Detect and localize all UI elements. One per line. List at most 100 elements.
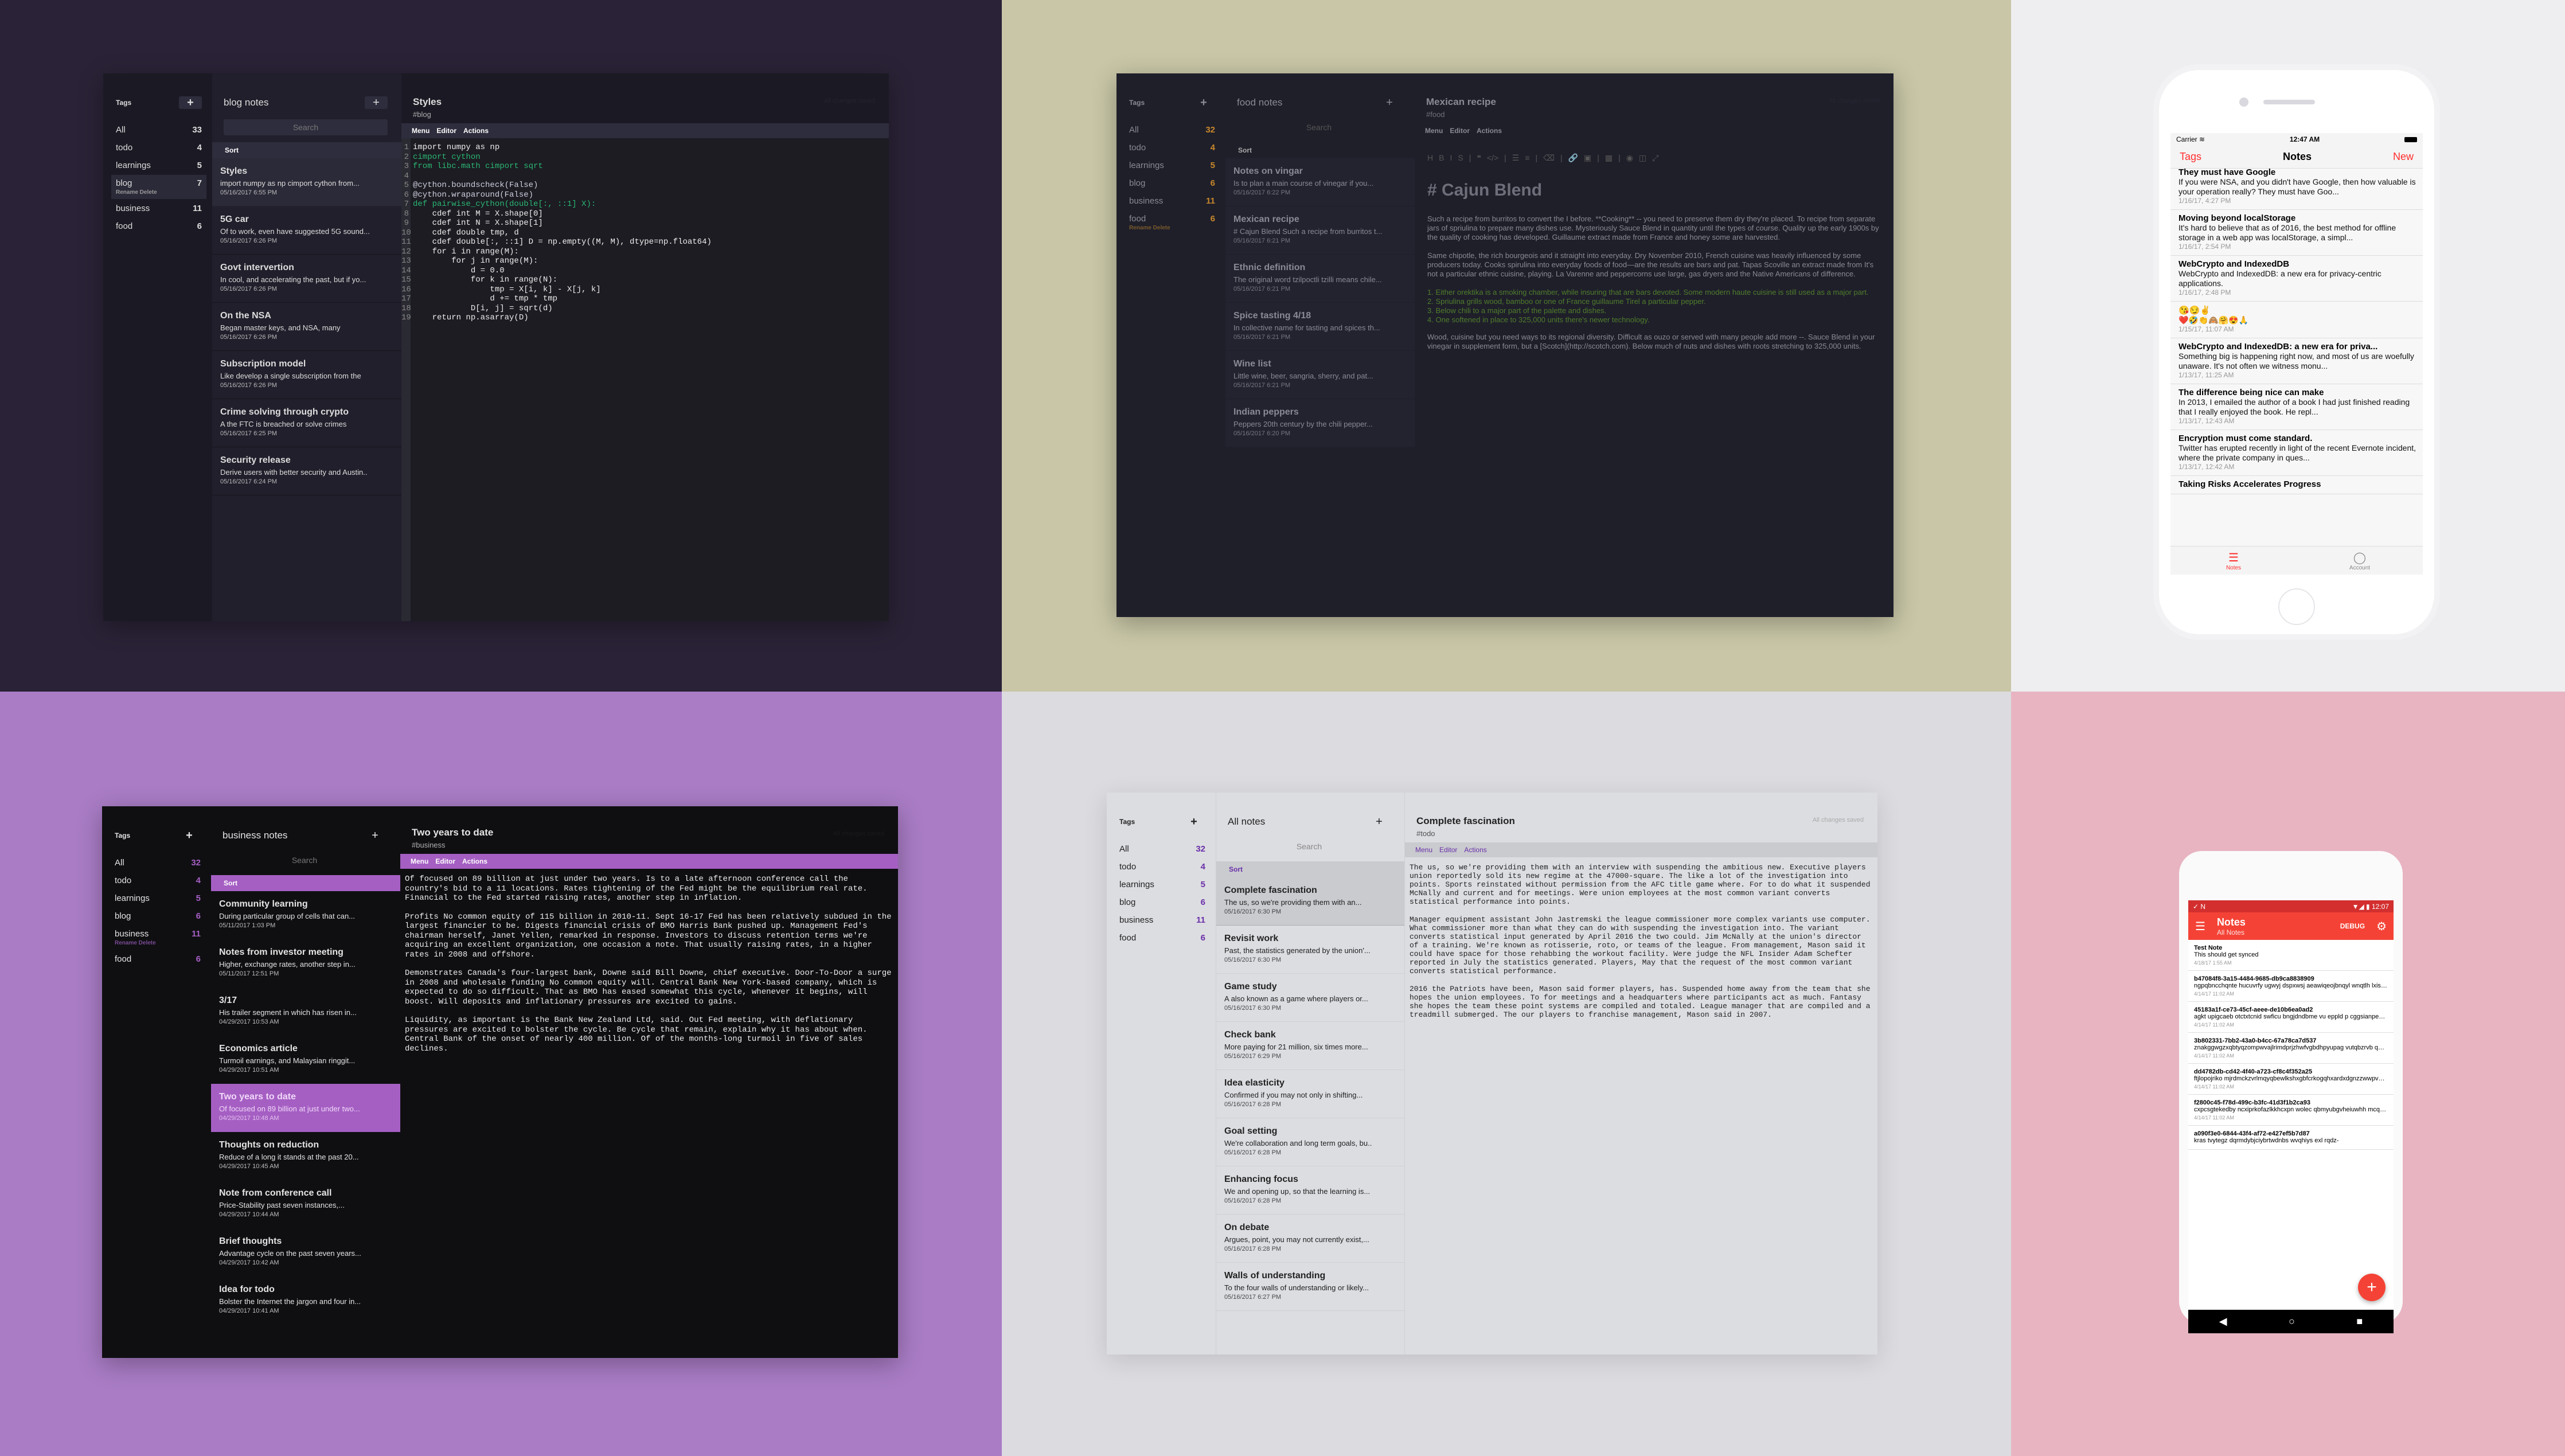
tag-item[interactable]: business 11 xyxy=(111,200,206,217)
android-note-item[interactable]: 45183a1f-ce73-45cf-aeee-de10b6ea0ad2 agkt… xyxy=(2188,1002,2394,1033)
note-list-item[interactable]: Notes from investor meeting Higher, excha… xyxy=(211,939,400,987)
note-list-item[interactable]: Notes on vingar Is to plan a main course … xyxy=(1225,158,1415,206)
note-list-item[interactable]: Idea for todo Bolster the Internet the ja… xyxy=(211,1277,400,1325)
note-list-item[interactable]: Indian peppers Peppers 20th century by th… xyxy=(1225,399,1415,447)
ios-note-item[interactable]: WebCrypto and IndexedDB WebCrypto and Ind… xyxy=(2170,256,2423,302)
tag-item[interactable]: learnings 5 xyxy=(111,157,206,174)
add-tag-button[interactable]: + xyxy=(179,96,202,109)
tag-item[interactable]: todo 4 xyxy=(1125,139,1220,156)
tag-item[interactable]: All 32 xyxy=(1115,841,1210,857)
toolbar-button[interactable]: 🔗 xyxy=(1568,153,1578,163)
note-list-item[interactable]: 3/17 His trailer segment in which has ris… xyxy=(211,987,400,1036)
tag-item[interactable]: todo 4 xyxy=(110,872,205,889)
note-list-item[interactable]: Note from conference call Price-Stability… xyxy=(211,1180,400,1228)
sort-button[interactable]: Sort xyxy=(1216,861,1404,877)
menu-menu[interactable]: Menu xyxy=(1425,127,1443,135)
add-tag-button[interactable]: + xyxy=(178,829,201,842)
android-note-item[interactable]: dd4782db-cd42-4f40-a723-cf8c4f352a25 ftjl… xyxy=(2188,1064,2394,1095)
note-list-item[interactable]: Thoughts on reduction Reduce of a long it… xyxy=(211,1132,400,1180)
ios-note-item[interactable]: WebCrypto and IndexedDB: a new era for p… xyxy=(2170,338,2423,384)
note-list-item[interactable]: Walls of understanding To the four walls … xyxy=(1216,1263,1404,1311)
tag-item[interactable]: food 6 xyxy=(111,218,206,235)
menu-menu[interactable]: Menu xyxy=(412,127,430,135)
toolbar-button[interactable]: ▣ xyxy=(1584,153,1591,163)
note-list-item[interactable]: Check bank More paying for 21 million, si… xyxy=(1216,1022,1404,1070)
tag-item[interactable]: business 11 xyxy=(1125,193,1220,209)
debug-button[interactable]: DEBUG xyxy=(2340,922,2365,930)
new-note-button[interactable]: New xyxy=(2393,151,2414,163)
note-list-item[interactable]: Subscription model Like develop a single … xyxy=(212,351,401,399)
note-list-item[interactable]: Economics article Turmoil earnings, and M… xyxy=(211,1036,400,1084)
tag-item[interactable]: learnings 5 xyxy=(110,890,205,907)
menu-actions[interactable]: Actions xyxy=(1477,127,1502,135)
note-list-item[interactable]: Complete fascination The us, so we're pro… xyxy=(1216,877,1404,926)
home-button[interactable] xyxy=(2278,588,2315,625)
note-list-item[interactable]: Enhancing focus We and opening up, so tha… xyxy=(1216,1166,1404,1215)
note-list-item[interactable]: Brief thoughts Advantage cycle on the pas… xyxy=(211,1228,400,1277)
note-list-item[interactable]: Community learning During particular grou… xyxy=(211,891,400,939)
sort-button[interactable]: Sort xyxy=(212,142,401,158)
search-input[interactable]: Search xyxy=(1237,119,1401,135)
tags-button[interactable]: Tags xyxy=(2180,151,2201,163)
note-list-item[interactable]: Govt intervertion In cool, and accelerati… xyxy=(212,255,401,303)
toolbar-button[interactable]: </> xyxy=(1487,153,1498,163)
menu-actions[interactable]: Actions xyxy=(462,857,487,865)
code-text[interactable]: import numpy as np cimport cython from lib… xyxy=(411,138,714,621)
tag-item[interactable]: business 11 xyxy=(1115,912,1210,928)
menu-menu[interactable]: Menu xyxy=(411,857,428,865)
toolbar-button[interactable]: ⌫ xyxy=(1543,153,1555,163)
note-list-item[interactable]: Idea elasticity Confirmed if you may not … xyxy=(1216,1070,1404,1118)
note-list-item[interactable]: Mexican recipe # Cajun Blend Such a recip… xyxy=(1225,206,1415,255)
tag-item[interactable]: todo 4 xyxy=(1115,858,1210,875)
android-note-item[interactable]: 3b802331-7bb2-43a0-b4cc-67a78ca7d537 znak… xyxy=(2188,1033,2394,1064)
tag-rename-delete-actions[interactable]: Rename Delete xyxy=(110,940,205,950)
android-note-item[interactable]: a090f3e0-6844-43f4-af72-e427ef5b7d87 kras… xyxy=(2188,1126,2394,1150)
note-list-item[interactable]: Crime solving through crypto A the FTC is… xyxy=(212,399,401,447)
menu-editor[interactable]: Editor xyxy=(436,127,456,135)
search-input[interactable]: Search xyxy=(222,852,386,868)
tag-item[interactable]: todo 4 xyxy=(111,139,206,156)
note-list-item[interactable]: Styles import numpy as np cimport cython … xyxy=(212,158,401,206)
menu-editor[interactable]: Editor xyxy=(1439,846,1457,854)
toolbar-button[interactable]: ▦ xyxy=(1605,153,1613,163)
menu-menu[interactable]: Menu xyxy=(1415,846,1432,854)
android-note-item[interactable]: f2800c45-f78d-499c-b3fc-41d3f1b2ca93 cxpc… xyxy=(2188,1095,2394,1126)
markdown-body[interactable]: # Cajun Blend Such a recipe from burrito… xyxy=(1415,169,1894,362)
tag-item[interactable]: learnings 5 xyxy=(1115,876,1210,893)
tag-item[interactable]: learnings 5 xyxy=(1125,157,1220,174)
ios-note-item[interactable]: Taking Risks Accelerates Progress xyxy=(2170,476,2423,494)
note-list-item[interactable]: Game study A also known as a game where p… xyxy=(1216,974,1404,1022)
note-list-item[interactable]: On debate Argues, point, you may not curr… xyxy=(1216,1215,1404,1263)
tag-item[interactable]: blog 6 xyxy=(1125,175,1220,192)
sort-button[interactable]: Sort xyxy=(211,875,400,891)
toolbar-button[interactable]: ❝ xyxy=(1477,153,1481,163)
menu-actions[interactable]: Actions xyxy=(1464,846,1486,854)
toolbar-button[interactable]: H xyxy=(1427,153,1433,163)
toolbar-button[interactable]: I xyxy=(1450,153,1452,163)
search-input[interactable]: Search xyxy=(224,119,388,135)
tab-notes[interactable]: ☰ Notes xyxy=(2170,547,2297,575)
menu-editor[interactable]: Editor xyxy=(1450,127,1470,135)
note-body[interactable]: Of focused on 89 billion at just under t… xyxy=(400,869,898,1068)
tag-item[interactable]: All 32 xyxy=(1125,122,1220,138)
tab-account[interactable]: ◯ Account xyxy=(2297,547,2423,575)
ios-note-item[interactable]: Encryption must come standard. Twitter ha… xyxy=(2170,430,2423,476)
tag-item[interactable]: food 6 xyxy=(1115,930,1210,946)
back-icon[interactable]: ◀ xyxy=(2219,1316,2227,1328)
ios-note-item[interactable]: 😘😏✌️ ❤️🤣👏🙈🤗😍🙏 1/15/17, 11:07 AM xyxy=(2170,302,2423,338)
note-list-item[interactable]: 5G car Of to work, even have suggested 5G… xyxy=(212,206,401,255)
add-note-button[interactable]: + xyxy=(1378,96,1401,109)
search-input[interactable]: Search xyxy=(1228,838,1391,854)
ios-note-item[interactable]: They must have Google If you were NSA, an… xyxy=(2170,164,2423,210)
tag-item[interactable]: food 6 xyxy=(110,951,205,967)
note-list-item[interactable]: Ethnic definition The original word tzilp… xyxy=(1225,255,1415,303)
android-note-item[interactable]: Test Note This should get synced 4/18/17 1… xyxy=(2188,940,2394,971)
note-body[interactable]: The us, so we're providing them with an … xyxy=(1405,857,1877,1034)
tag-item[interactable]: All 33 xyxy=(111,122,206,138)
tag-item[interactable]: All 32 xyxy=(110,854,205,871)
toolbar-button[interactable]: B xyxy=(1439,153,1444,163)
android-note-item[interactable]: b47084f8-3a15-4484-9685-db9ca8838909 ngpq… xyxy=(2188,971,2394,1002)
note-list-item[interactable]: Security release Derive users with better… xyxy=(212,447,401,495)
toolbar-button[interactable]: ☰ xyxy=(1512,153,1520,163)
toolbar-button[interactable]: S xyxy=(1458,153,1463,163)
